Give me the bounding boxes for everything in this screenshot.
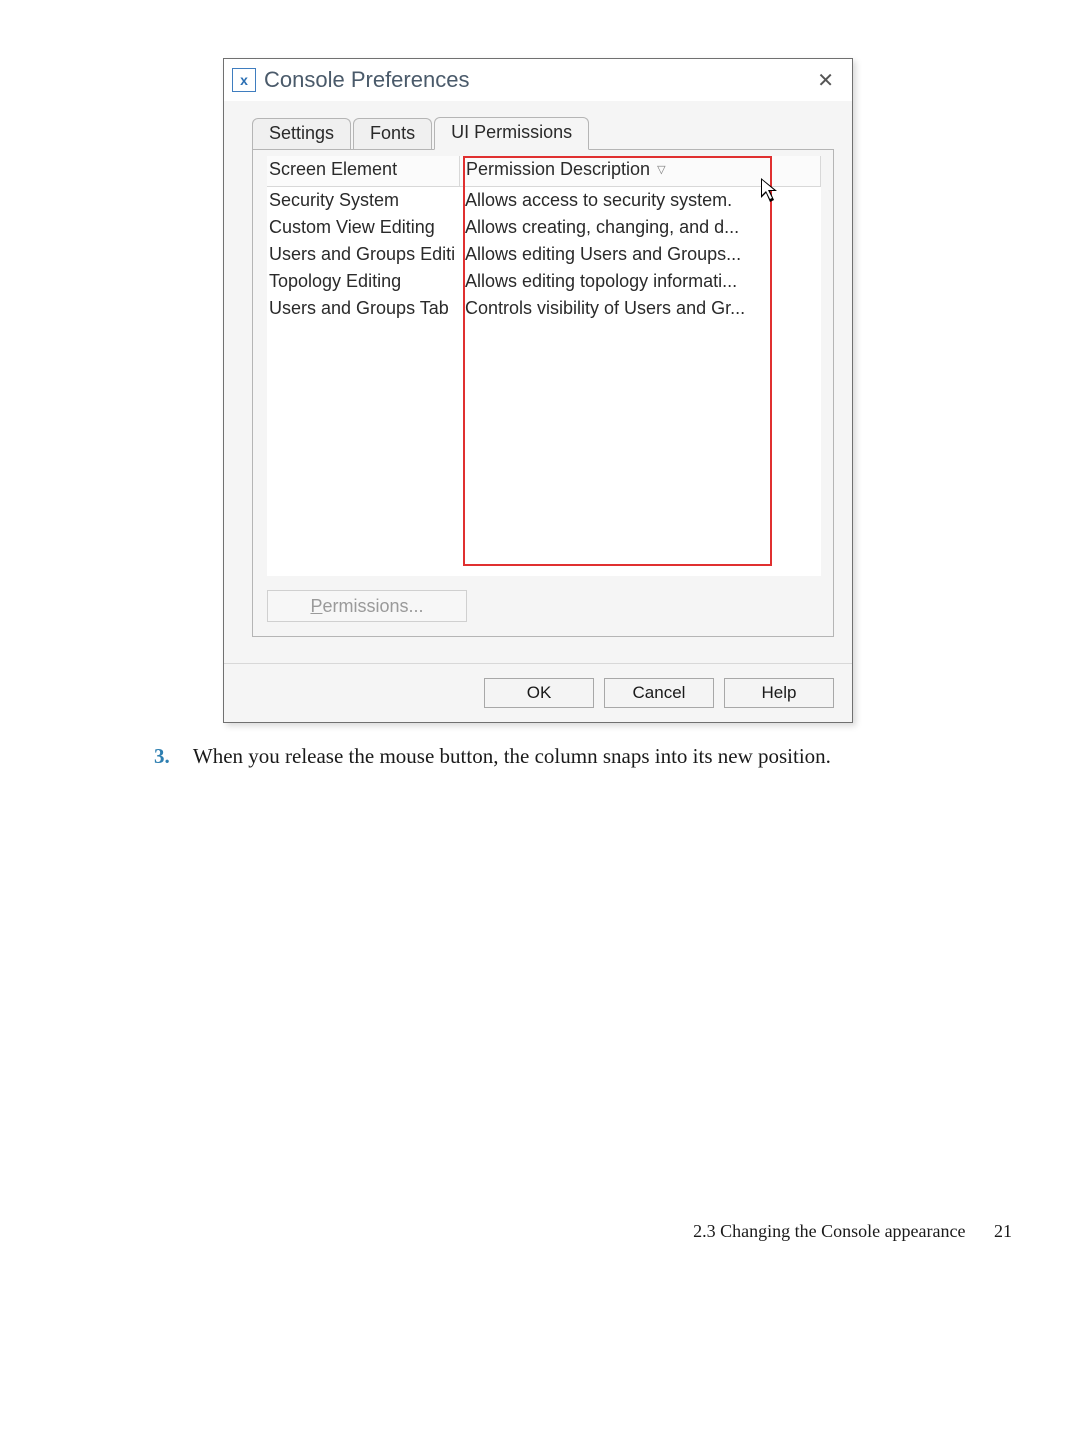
cell-description: Allows editing Users and Groups... — [459, 241, 821, 268]
cell-element: Users and Groups Editi — [267, 241, 459, 268]
permissions-btn-label: ermissions... — [322, 596, 423, 616]
cell-element: Users and Groups Tab — [267, 295, 459, 322]
ui-permissions-panel: Screen Element Permission Description ▽ … — [252, 149, 834, 637]
permissions-btn-mnemonic: P — [310, 596, 322, 616]
column-header-screen-element[interactable]: Screen Element — [267, 156, 460, 187]
permissions-grid[interactable]: Screen Element Permission Description ▽ … — [267, 156, 821, 576]
cell-description: Controls visibility of Users and Gr... — [459, 295, 821, 322]
footer-page-number: 21 — [994, 1221, 1012, 1241]
table-row[interactable]: Topology Editing Allows editing topology… — [267, 268, 821, 295]
cancel-button[interactable]: Cancel — [604, 678, 714, 708]
step-text: When you release the mouse button, the c… — [193, 744, 831, 768]
dialog-client-area: Settings Fonts UI Permissions Screen Ele… — [224, 101, 852, 664]
footer-section: 2.3 Changing the Console appearance — [693, 1221, 965, 1241]
table-row[interactable]: Users and Groups Editi Allows editing Us… — [267, 241, 821, 268]
table-row[interactable]: Users and Groups Tab Controls visibility… — [267, 295, 821, 322]
table-row[interactable]: Security System Allows access to securit… — [267, 187, 821, 214]
cell-description: Allows editing topology informati... — [459, 268, 821, 295]
app-icon: x — [232, 68, 256, 92]
dialog-button-bar: OK Cancel Help — [224, 663, 852, 722]
table-row[interactable]: Custom View Editing Allows creating, cha… — [267, 214, 821, 241]
grid-header-row: Screen Element Permission Description ▽ — [267, 156, 821, 187]
cell-element: Topology Editing — [267, 268, 459, 295]
cell-element: Custom View Editing — [267, 214, 459, 241]
column-header-permission-description[interactable]: Permission Description ▽ — [460, 156, 821, 187]
cell-element: Security System — [267, 187, 459, 214]
tab-settings[interactable]: Settings — [252, 118, 351, 150]
instruction-step: 3. When you release the mouse button, th… — [154, 744, 954, 769]
console-preferences-dialog: x Console Preferences ✕ Settings Fonts U… — [223, 58, 853, 723]
page-footer: 2.3 Changing the Console appearance 21 — [693, 1221, 1012, 1242]
cell-description: Allows access to security system. — [459, 187, 821, 214]
tab-ui-permissions[interactable]: UI Permissions — [434, 117, 589, 150]
close-icon[interactable]: ✕ — [811, 66, 840, 95]
column-header-label: Permission Description — [466, 159, 650, 179]
help-button[interactable]: Help — [724, 678, 834, 708]
dialog-title: Console Preferences — [264, 67, 469, 93]
permissions-button: Permissions... — [267, 590, 467, 622]
step-number: 3. — [154, 744, 188, 769]
titlebar[interactable]: x Console Preferences ✕ — [224, 59, 852, 102]
tabstrip: Settings Fonts UI Permissions — [252, 115, 834, 149]
ok-button[interactable]: OK — [484, 678, 594, 708]
tab-fonts[interactable]: Fonts — [353, 118, 432, 150]
cell-description: Allows creating, changing, and d... — [459, 214, 821, 241]
sort-descending-icon: ▽ — [655, 164, 665, 176]
